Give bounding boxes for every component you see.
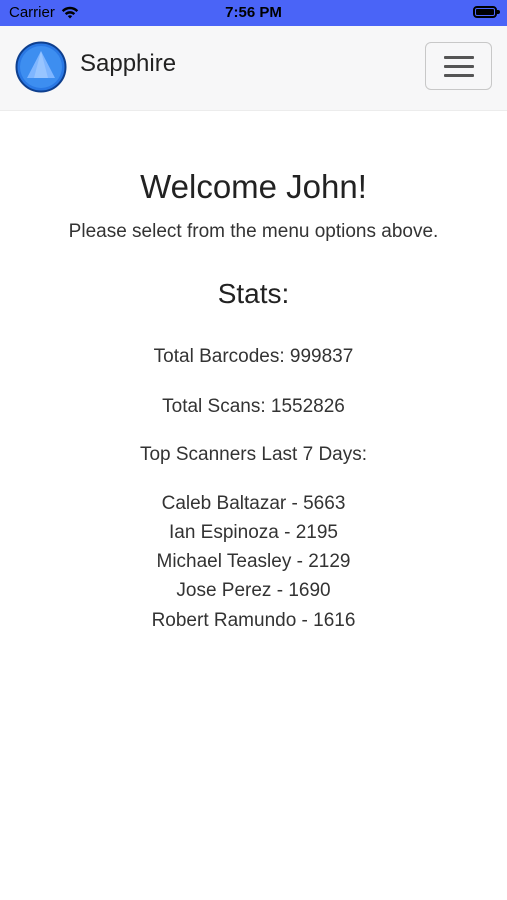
list-item: Robert Ramundo - 1616 xyxy=(151,610,356,631)
list-item: Jose Perez - 1690 xyxy=(176,580,331,601)
list-item: Ian Espinoza - 2195 xyxy=(168,522,338,543)
stats-heading: Stats: xyxy=(217,278,290,309)
welcome-subtitle: Please select from the menu options abov… xyxy=(68,221,439,242)
hamburger-menu-icon-middle xyxy=(444,65,474,68)
brand-name[interactable]: Sapphire xyxy=(80,50,176,78)
list-item: Caleb Baltazar - 5663 xyxy=(161,493,346,514)
hamburger-menu-icon xyxy=(444,56,474,59)
status-time: 7:56 PM xyxy=(225,4,282,21)
welcome-heading: Welcome John! xyxy=(140,168,367,205)
sapphire-logo-icon[interactable] xyxy=(15,41,67,93)
total-barcodes: Total Barcodes: 999837 xyxy=(153,346,354,367)
battery-icon xyxy=(473,6,500,18)
navbar: Sapphire xyxy=(0,26,507,111)
hamburger-menu-icon-bottom xyxy=(444,74,474,77)
total-scans: Total Scans: 1552826 xyxy=(162,396,345,417)
status-bar: Carrier 7:56 PM xyxy=(0,0,507,26)
menu-toggle-button[interactable] xyxy=(425,42,492,90)
top-scanners-heading: Top Scanners Last 7 Days: xyxy=(139,444,368,465)
list-item: Michael Teasley - 2129 xyxy=(156,551,351,572)
